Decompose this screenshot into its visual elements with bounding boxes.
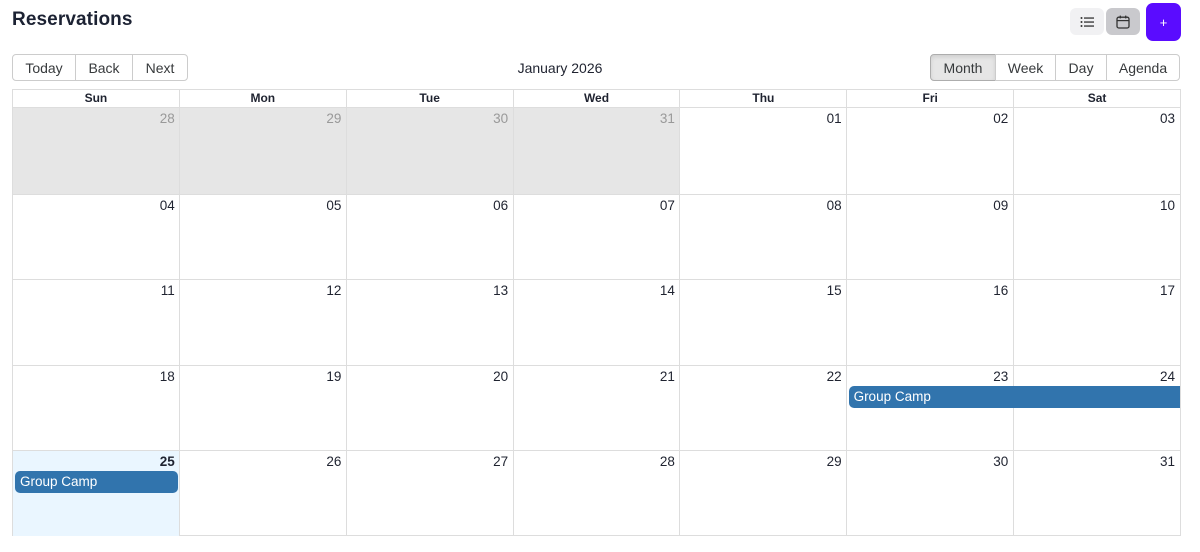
date-number[interactable]: 31 xyxy=(513,108,680,126)
date-number[interactable]: 02 xyxy=(847,108,1014,126)
next-button[interactable]: Next xyxy=(132,54,188,81)
date-number[interactable]: 24 xyxy=(1013,366,1180,384)
day-view-button[interactable]: Day xyxy=(1055,54,1107,81)
date-number[interactable]: 23 xyxy=(847,366,1014,384)
calendar-view-button[interactable] xyxy=(1106,8,1140,35)
event-group-camp[interactable]: Group Camp xyxy=(15,471,178,494)
date-number[interactable]: 06 xyxy=(346,195,513,213)
add-reservation-button[interactable]: + xyxy=(1146,3,1181,41)
date-number[interactable]: 01 xyxy=(680,108,847,126)
date-number[interactable]: 04 xyxy=(13,195,180,213)
week-dates: 25 26 27 28 29 30 31 xyxy=(13,451,1180,469)
date-number[interactable]: 12 xyxy=(180,280,347,298)
back-button[interactable]: Back xyxy=(75,54,133,81)
week-dates: 18 19 20 21 22 23 24 xyxy=(13,366,1180,384)
date-number[interactable]: 28 xyxy=(513,451,680,469)
weekday-header-sat: Sat xyxy=(1013,90,1180,107)
week-row: 04 05 06 07 08 09 10 xyxy=(13,193,1180,280)
date-number[interactable]: 21 xyxy=(513,366,680,384)
week-view-button[interactable]: Week xyxy=(995,54,1056,81)
event-group-camp[interactable]: Group Camp xyxy=(848,385,1180,408)
date-number[interactable]: 20 xyxy=(346,366,513,384)
weekday-header-wed: Wed xyxy=(512,90,680,107)
date-number[interactable]: 27 xyxy=(346,451,513,469)
date-number[interactable]: 29 xyxy=(680,451,847,469)
week-row: 25 26 27 28 29 30 31 Group Camp xyxy=(13,450,1180,536)
view-toggle xyxy=(1070,8,1140,35)
month-view: Sun Mon Tue Wed Thu Fri Sat 28 29 30 31 01 02 03 04 05… xyxy=(12,89,1181,536)
current-month-label: January 2026 xyxy=(517,60,603,76)
date-number[interactable]: 13 xyxy=(346,280,513,298)
week-dates: 11 12 13 14 15 16 17 xyxy=(13,280,1180,298)
date-number[interactable]: 26 xyxy=(180,451,347,469)
weekday-header-thu: Thu xyxy=(679,90,846,107)
date-number[interactable]: 16 xyxy=(847,280,1014,298)
date-number[interactable]: 28 xyxy=(13,108,180,126)
date-number[interactable]: 11 xyxy=(13,280,180,298)
week-dates: 04 05 06 07 08 09 10 xyxy=(13,195,1180,213)
date-number[interactable]: 09 xyxy=(847,195,1014,213)
date-number[interactable]: 03 xyxy=(1013,108,1180,126)
view-buttons: Month Week Day Agenda xyxy=(930,54,1180,81)
weekday-header-fri: Fri xyxy=(846,90,1013,107)
date-number[interactable]: 30 xyxy=(847,451,1014,469)
date-number[interactable]: 31 xyxy=(1013,451,1180,469)
date-number[interactable]: 17 xyxy=(1013,280,1180,298)
week-row: 11 12 13 14 15 16 17 xyxy=(13,279,1180,365)
week-row: 28 29 30 31 01 02 03 xyxy=(13,108,1180,194)
date-number[interactable]: 25 xyxy=(13,451,180,469)
today-button[interactable]: Today xyxy=(12,54,76,81)
agenda-view-button[interactable]: Agenda xyxy=(1106,54,1180,81)
week-row: 18 19 20 21 22 23 24 Group Camp xyxy=(13,364,1180,451)
date-number[interactable]: 05 xyxy=(180,195,347,213)
month-weeks: 28 29 30 31 01 02 03 04 05 06 07 08 09 10 11 12 13 14 15 16… xyxy=(13,108,1180,536)
list-icon xyxy=(1080,16,1094,28)
weekday-header: Sun Mon Tue Wed Thu Fri Sat xyxy=(13,90,1180,108)
page-title: Reservations xyxy=(12,9,133,30)
date-number[interactable]: 22 xyxy=(680,366,847,384)
date-number[interactable]: 29 xyxy=(180,108,347,126)
date-number[interactable]: 19 xyxy=(180,366,347,384)
weekday-header-tue: Tue xyxy=(345,90,513,107)
nav-buttons: Today Back Next xyxy=(12,54,188,81)
date-number[interactable]: 14 xyxy=(513,280,680,298)
date-number[interactable]: 15 xyxy=(680,280,847,298)
weekday-header-sun: Sun xyxy=(84,91,108,105)
date-number[interactable]: 07 xyxy=(513,195,680,213)
month-view-button[interactable]: Month xyxy=(930,54,996,81)
date-number[interactable]: 18 xyxy=(13,366,180,384)
date-number[interactable]: 30 xyxy=(346,108,513,126)
list-view-button[interactable] xyxy=(1070,8,1104,35)
calendar-icon xyxy=(1116,15,1130,29)
date-number[interactable]: 10 xyxy=(1013,195,1180,213)
date-number[interactable]: 08 xyxy=(680,195,847,213)
weekday-header-mon: Mon xyxy=(178,90,346,107)
week-dates: 28 29 30 31 01 02 03 xyxy=(13,108,1180,126)
